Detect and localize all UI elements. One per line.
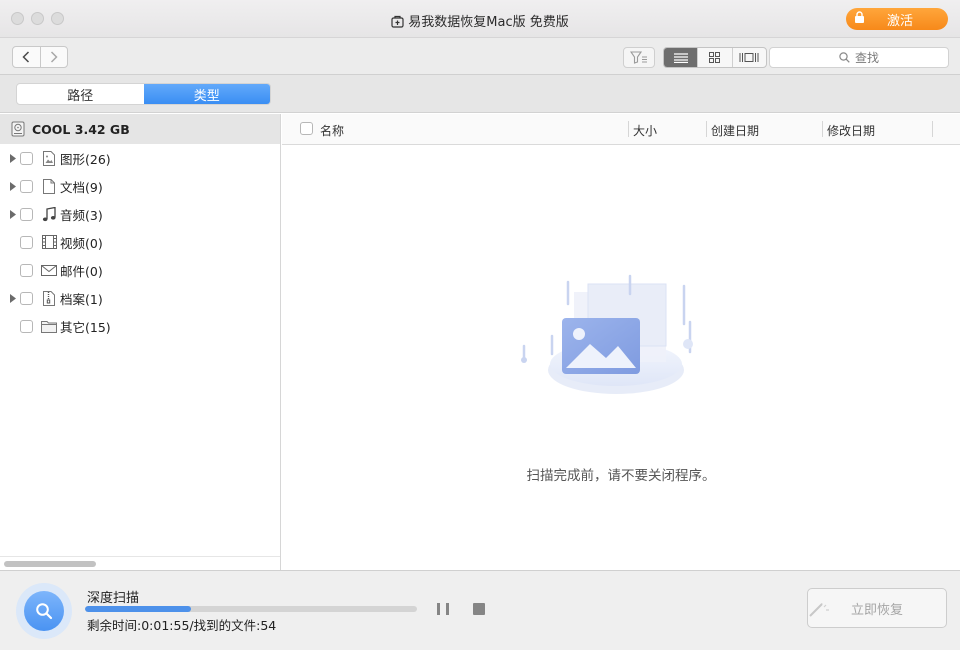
item-checkbox[interactable] [20,152,33,165]
chevron-right-icon [50,51,58,63]
drive-row[interactable]: COOL 3.42 GB [0,114,280,144]
item-label: 音频(3) [60,205,103,224]
recover-now-button[interactable]: 立即恢复 [807,588,947,628]
item-label: 图形(26) [60,149,111,168]
view-by-segmented-control: 路径 类型 [16,83,271,105]
scanning-illustration [518,274,708,407]
app-window: 易我数据恢复Mac版 免费版 激活 [0,0,960,650]
list-item[interactable]: 视频(0) [0,228,280,256]
item-checkbox[interactable] [20,264,33,277]
list-item[interactable]: 邮件(0) [0,256,280,284]
item-checkbox[interactable] [20,208,33,221]
scan-status-text: 剩余时间:0:01:55/找到的文件:54 [87,615,276,634]
scan-indicator [16,583,72,639]
cover-flow-icon [739,52,759,63]
hard-drive-icon [11,121,25,137]
horizontal-scrollbar[interactable] [4,561,96,567]
forward-button[interactable] [41,47,68,67]
music-note-icon [39,207,59,222]
folder-icon [39,320,59,333]
disclosure-triangle-icon[interactable] [0,182,20,191]
stop-icon[interactable] [473,603,485,615]
magic-wand-icon [808,603,830,621]
disclosure-triangle-icon[interactable] [0,294,20,303]
toolbar: 查找 [0,38,960,75]
view-mode-switcher [663,47,767,68]
item-checkbox[interactable] [20,320,33,333]
activate-button[interactable]: 激活 [846,8,948,30]
tab-path[interactable]: 路径 [17,84,144,104]
table-header: 名称 大小 创建日期 修改日期 [282,114,960,145]
list-item[interactable]: 文档(9) [0,172,280,200]
film-icon [39,235,59,249]
disclosure-triangle-icon[interactable] [0,154,20,163]
column-header-name[interactable]: 名称 [320,122,344,139]
item-label: 其它(15) [60,317,111,336]
scan-progress-fill [85,606,191,612]
item-label: 邮件(0) [60,261,103,280]
document-icon [39,179,59,194]
mail-icon [39,265,59,276]
lock-icon [854,11,865,27]
list-item[interactable]: 音频(3) [0,200,280,228]
drive-label: COOL 3.42 GB [32,122,130,137]
select-all-checkbox[interactable] [300,122,313,135]
recover-now-label: 立即恢复 [851,599,903,618]
activate-label: 激活 [887,10,913,29]
pause-icon[interactable] [437,603,449,616]
title-bar: 易我数据恢复Mac版 免费版 激活 [0,0,960,38]
column-header-created[interactable]: 创建日期 [711,122,759,139]
file-list-panel: 名称 大小 创建日期 修改日期 [282,114,960,570]
image-file-icon [39,151,59,166]
scan-status-bar: 深度扫描 剩余时间:0:01:55/找到的文件:54 立即恢复 [0,570,960,650]
filter-icon [630,51,648,64]
back-button[interactable] [13,47,41,67]
item-label: 档案(1) [60,289,103,308]
item-label: 文档(9) [60,177,103,196]
list-item[interactable]: 档案(1) [0,284,280,312]
window-title: 易我数据恢复Mac版 免费版 [408,15,568,30]
column-header-size[interactable]: 大小 [633,122,657,139]
item-checkbox[interactable] [20,236,33,249]
column-header-modified[interactable]: 修改日期 [827,122,875,139]
list-view-button[interactable] [664,48,697,67]
list-view-icon [674,53,688,63]
scan-progress-bar [85,606,417,612]
filter-button[interactable] [623,47,655,68]
scan-mode-title: 深度扫描 [87,587,139,606]
search-input[interactable]: 查找 [769,47,949,68]
disclosure-triangle-icon[interactable] [0,210,20,219]
grid-view-icon [709,52,720,63]
search-placeholder: 查找 [855,49,879,66]
magnifier-icon [24,591,64,631]
sidebar: COOL 3.42 GB 图形(26) 文档(9) 音频(3) 视频(0) [0,114,281,570]
cover-flow-button[interactable] [732,48,766,67]
grid-view-button[interactable] [697,48,731,67]
search-icon [839,52,850,63]
window-title-container: 易我数据恢复Mac版 免费版 [0,11,960,32]
tab-bar: 路径 类型 [0,75,960,113]
navigation-buttons [12,46,68,68]
tab-type[interactable]: 类型 [144,84,271,104]
empty-state-message: 扫描完成前，请不要关闭程序。 [282,464,960,484]
item-label: 视频(0) [60,233,103,252]
list-item[interactable]: 图形(26) [0,144,280,172]
app-logo-icon [391,15,404,32]
list-item[interactable]: 其它(15) [0,312,280,340]
chevron-left-icon [22,51,30,63]
item-checkbox[interactable] [20,292,33,305]
item-checkbox[interactable] [20,180,33,193]
archive-icon [39,291,59,306]
